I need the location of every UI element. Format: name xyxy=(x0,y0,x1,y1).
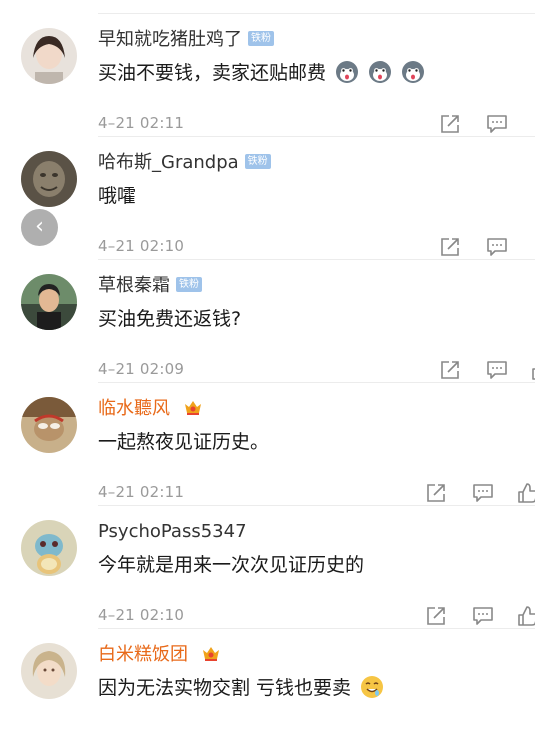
comment-icon[interactable] xyxy=(486,113,508,135)
timestamp: 4–21 02:10 xyxy=(98,237,185,255)
back-button[interactable]: ‹ xyxy=(21,209,58,246)
share-icon[interactable] xyxy=(425,482,447,504)
avatar[interactable] xyxy=(21,151,77,207)
comment-text: 买油不要钱，卖家还贴邮费 xyxy=(98,60,425,86)
thumbs-up-icon[interactable] xyxy=(517,605,535,627)
share-icon[interactable] xyxy=(439,359,461,381)
husky-emoji-icon xyxy=(369,60,392,83)
avatar[interactable] xyxy=(21,274,77,330)
drooling-emoji-icon xyxy=(361,675,384,698)
comment-item: 白米糕饭团 因为无法实物交割 亏钱也要卖 xyxy=(0,629,535,752)
comment-icon[interactable] xyxy=(486,359,508,381)
comment-text: 哦嚯 xyxy=(98,185,137,207)
vip-crown-icon xyxy=(202,647,219,661)
fan-badge: 铁粉 xyxy=(248,30,274,46)
avatar[interactable] xyxy=(21,28,77,84)
comment-text: 今年就是用来一次次见证历史的 xyxy=(98,554,365,576)
timestamp: 4–21 02:10 xyxy=(98,606,185,624)
username-text[interactable]: 白米糕饭团 xyxy=(98,644,188,665)
avatar[interactable] xyxy=(21,397,77,453)
comment-text: 买油免费还返钱? xyxy=(98,308,242,330)
username-text[interactable]: PsychoPass5347 xyxy=(98,521,247,542)
username-text[interactable]: 早知就吃猪肚鸡了 xyxy=(98,29,242,50)
chevron-left-icon: ‹ xyxy=(35,214,44,239)
comment-icon[interactable] xyxy=(472,605,494,627)
share-icon[interactable] xyxy=(439,236,461,258)
comment-text-content: 买油不要钱，卖家还贴邮费 xyxy=(98,62,327,84)
timestamp: 4–21 02:09 xyxy=(98,360,185,378)
avatar[interactable] xyxy=(21,643,77,699)
fan-badge: 铁粉 xyxy=(176,276,202,292)
thumbs-up-icon[interactable] xyxy=(517,482,535,504)
username[interactable]: 白米糕饭团 xyxy=(98,643,222,667)
comment-icon[interactable] xyxy=(486,236,508,258)
share-icon[interactable] xyxy=(425,605,447,627)
username[interactable]: PsychoPass5347 xyxy=(98,520,247,544)
username[interactable]: 草根秦霜 铁粉 xyxy=(98,274,202,298)
comment-text-content: 因为无法实物交割 亏钱也要卖 xyxy=(98,677,352,699)
username-text[interactable]: 草根秦霜 xyxy=(98,275,170,296)
comment-text: 一起熬夜见证历史。 xyxy=(98,431,270,453)
comment-item: 临水聽风 一起熬夜见证历史。 4–21 02:11 xyxy=(0,383,535,506)
timestamp: 4–21 02:11 xyxy=(98,114,185,132)
comment-item: 哈布斯_Grandpa 铁粉 哦嚯 4–21 02:10 xyxy=(0,137,535,260)
share-icon[interactable] xyxy=(439,113,461,135)
comment-item: PsychoPass5347 今年就是用来一次次见证历史的 4–21 02:10 xyxy=(0,506,535,629)
timestamp: 4–21 02:11 xyxy=(98,483,185,501)
comment-icon[interactable] xyxy=(472,482,494,504)
username-text[interactable]: 哈布斯_Grandpa xyxy=(98,152,239,173)
username[interactable]: 临水聽风 xyxy=(98,397,204,421)
username[interactable]: 哈布斯_Grandpa 铁粉 xyxy=(98,151,271,175)
vip-crown-icon xyxy=(184,401,201,415)
username[interactable]: 早知就吃猪肚鸡了 铁粉 xyxy=(98,28,274,52)
thumbs-up-icon[interactable] xyxy=(531,359,535,381)
avatar[interactable] xyxy=(21,520,77,576)
comment-item: 早知就吃猪肚鸡了 铁粉 买油不要钱，卖家还贴邮费 4–21 02:11 xyxy=(0,14,535,137)
comment-text: 因为无法实物交割 亏钱也要卖 xyxy=(98,675,384,701)
husky-emoji-icon xyxy=(402,60,425,83)
fan-badge: 铁粉 xyxy=(244,153,271,169)
username-text[interactable]: 临水聽风 xyxy=(98,398,170,419)
comment-item: 草根秦霜 铁粉 买油免费还返钱? 4–21 02:09 xyxy=(0,260,535,383)
husky-emoji-icon xyxy=(336,60,359,83)
